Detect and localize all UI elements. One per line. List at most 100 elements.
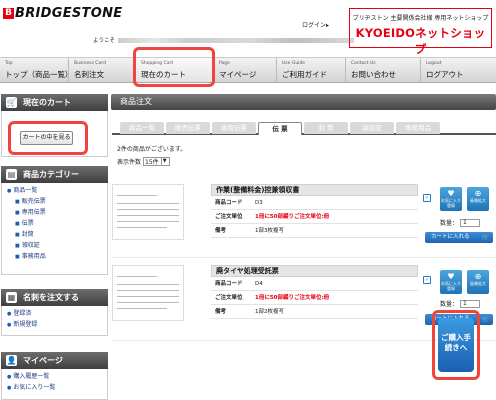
per-page-label: 表示件数 <box>117 159 142 166</box>
redacted-user-info <box>118 38 355 43</box>
welcome-text: ようこそ <box>93 36 355 44</box>
product-code-label: 商品コード <box>215 200 243 206</box>
heart-icon: ♥ <box>447 189 455 198</box>
zoom-image-label: 画像拡大 <box>470 281 486 286</box>
product-unit-row: ご注文単位 1冊に50部綴りご注文単位:冊 <box>211 210 418 224</box>
quantity-label: 数量： <box>440 301 459 308</box>
product-code: D3 <box>255 200 263 206</box>
tab-receipt[interactable]: 領収証 <box>350 122 394 134</box>
product-item: 作業(整備料金)控兼領収書 商品コード D3 ご注文単位 1冊に50部綴りご注文単位… <box>112 184 496 260</box>
product-code-row: 商品コード D3 <box>211 196 418 210</box>
sidebar-item-slip[interactable]: 伝票 <box>7 218 107 229</box>
nav-contact[interactable]: Contact Us お問い合わせ <box>346 58 421 82</box>
product-unit-row: ご注文単位 1冊に50部綴りご注文単位:冊 <box>211 291 418 305</box>
sidebar-item-new-registration[interactable]: 新規登録 <box>7 319 107 330</box>
tab-all-products[interactable]: 商品一覧 <box>120 122 164 134</box>
quantity-label: 数量： <box>440 220 459 227</box>
zoom-icon: ⊕ <box>474 189 482 198</box>
bridgestone-logo[interactable]: B BRIDGESTONE <box>3 6 122 21</box>
nav-logout[interactable]: Logout ログアウト <box>421 58 496 82</box>
highlight-box <box>8 121 88 155</box>
sidebar-item-all-products[interactable]: 商品一覧 <box>7 185 107 196</box>
zoom-image-button[interactable]: ⊕ 画像拡大 <box>467 187 489 211</box>
nav-top[interactable]: Top トップ（商品一覧） <box>0 58 73 82</box>
sidebar-mypage-header: 👤 マイページ <box>1 352 108 369</box>
sidebar-namecard-list: 登録済 新規登録 <box>1 306 108 336</box>
category-tabs: 商品一覧 販売伝票 専用伝票 伝 票 封 筒 領収証 事務用品 <box>112 122 496 135</box>
tab-sales-slip[interactable]: 販売伝票 <box>166 122 210 134</box>
product-note-label: 備考 <box>215 309 227 315</box>
product-note-row: 備考 1部2枚複写 <box>211 305 418 319</box>
add-favorite-label: お気に入り登録 <box>441 281 461 291</box>
per-page-select[interactable]: 15件 ▼ <box>143 157 170 166</box>
sidebar-item-office-supplies[interactable]: 事務用品 <box>7 251 107 262</box>
select-checkbox[interactable]: ✓ <box>423 194 431 202</box>
per-page-control: 表示件数 15件 ▼ <box>117 157 170 166</box>
nav-top-en: Top <box>5 61 13 66</box>
select-checkbox[interactable]: ✓ <box>423 276 431 284</box>
sidebar-category-header: ▤ 商品カテゴリー <box>1 166 108 183</box>
product-code: D4 <box>255 281 263 287</box>
product-note: 1部2枚複写 <box>255 309 284 315</box>
sidebar-item-receipt[interactable]: 領収証 <box>7 240 107 251</box>
tab-office-supplies[interactable]: 事務用品 <box>396 122 440 134</box>
nav-mypage-label: マイページ <box>219 70 257 79</box>
product-unit: 1冊に50部綴りご注文単位:冊 <box>255 214 330 220</box>
sidebar-namecard-header: ▦ 名刺を注文する <box>1 289 108 306</box>
sidebar-cart-header: 🛒 現在のカート <box>1 94 108 111</box>
zoom-icon: ⊕ <box>474 272 482 281</box>
sidebar-item-envelope[interactable]: 封筒 <box>7 229 107 240</box>
nav-business-card-en: Business Card <box>74 61 106 66</box>
tab-envelope[interactable]: 封 筒 <box>304 122 348 134</box>
quantity-input[interactable]: 1 <box>460 218 481 227</box>
product-note-label: 備考 <box>215 228 227 234</box>
shop-banner[interactable]: ブリヂストン 主要関係会社様 専用ネットショップ KYOEIDOネットショップ <box>349 8 492 56</box>
nav-mypage[interactable]: Page マイページ <box>214 58 277 82</box>
zoom-image-button[interactable]: ⊕ 画像拡大 <box>467 270 489 294</box>
add-to-cart-button[interactable]: カートに入れる <box>425 232 493 243</box>
product-thumbnail[interactable] <box>112 265 184 321</box>
product-thumbnail[interactable] <box>112 184 184 240</box>
tab-dedicated-slip[interactable]: 専用伝票 <box>212 122 256 134</box>
product-unit: 1冊に50部綴りご注文単位:冊 <box>255 295 330 301</box>
sidebar-item-favorites[interactable]: お気に入り一覧 <box>7 382 107 393</box>
sidebar-category-list: 商品一覧 販売伝票 専用伝票 伝票 封筒 領収証 事務用品 <box>1 183 108 275</box>
highlight-box <box>432 310 480 380</box>
add-favorite-button[interactable]: ♥ お気に入り登録 <box>440 270 462 294</box>
product-name[interactable]: 廃タイヤ処理受託票 <box>211 265 418 277</box>
header: B BRIDGESTONE ログイン▸ ようこそ ブリヂストン 主要関係会社様 … <box>0 0 496 56</box>
global-nav: Top トップ（商品一覧） Business Card 名刺注文 Shopping … <box>0 57 496 83</box>
product-info: 作業(整備料金)控兼領収書 商品コード D3 ご注文単位 1冊に50部綴りご注文単位… <box>211 184 418 238</box>
sidebar-item-sales-slip[interactable]: 販売伝票 <box>7 196 107 207</box>
add-favorite-button[interactable]: ♥ お気に入り登録 <box>440 187 462 211</box>
nav-contact-label: お問い合わせ <box>351 70 396 79</box>
nav-logout-label: ログアウト <box>426 70 464 79</box>
product-info: 廃タイヤ処理受託票 商品コード D4 ご注文単位 1冊に50部綴りご注文単位:冊 備… <box>211 265 418 319</box>
product-unit-label: ご注文単位 <box>215 214 243 220</box>
product-note: 1部3枚複写 <box>255 228 284 234</box>
login-link[interactable]: ログイン▸ <box>302 20 329 29</box>
sidebar-cart-title: 現在のカート <box>23 98 71 107</box>
result-count: 2件の商品がございます。 <box>117 146 187 153</box>
product-note-row: 備考 1部3枚複写 <box>211 224 418 238</box>
sidebar-mypage-title: マイページ <box>23 356 63 365</box>
nav-business-card[interactable]: Business Card 名刺注文 <box>69 58 136 82</box>
chevron-down-icon: ▼ <box>160 158 168 165</box>
sidebar-item-registered[interactable]: 登録済 <box>7 308 107 319</box>
product-name[interactable]: 作業(整備料金)控兼領収書 <box>211 184 418 196</box>
sidebar-namecard-title: 名刺を注文する <box>23 293 79 302</box>
quantity-control: 数量： 1 <box>440 299 481 308</box>
divider <box>112 257 496 258</box>
sidebar-item-dedicated-slip[interactable]: 専用伝票 <box>7 207 107 218</box>
add-favorite-label: お気に入り登録 <box>441 198 461 208</box>
tab-slip[interactable]: 伝 票 <box>258 122 302 135</box>
nav-use-guide[interactable]: Use Guide ご利用ガイド <box>277 58 346 82</box>
product-unit-label: ご注文単位 <box>215 295 243 301</box>
quantity-input[interactable]: 1 <box>460 299 481 308</box>
shop-banner-title: KYOEIDOネットショップ <box>355 26 486 56</box>
logo-mark-icon: B <box>3 7 14 19</box>
user-icon: 👤 <box>6 355 17 366</box>
sidebar-item-purchase-history[interactable]: 購入履歴一覧 <box>7 371 107 382</box>
sidebar-category-title: 商品カテゴリー <box>23 170 79 179</box>
sidebar-mypage-list: 購入履歴一覧 お気に入り一覧 <box>1 369 108 400</box>
